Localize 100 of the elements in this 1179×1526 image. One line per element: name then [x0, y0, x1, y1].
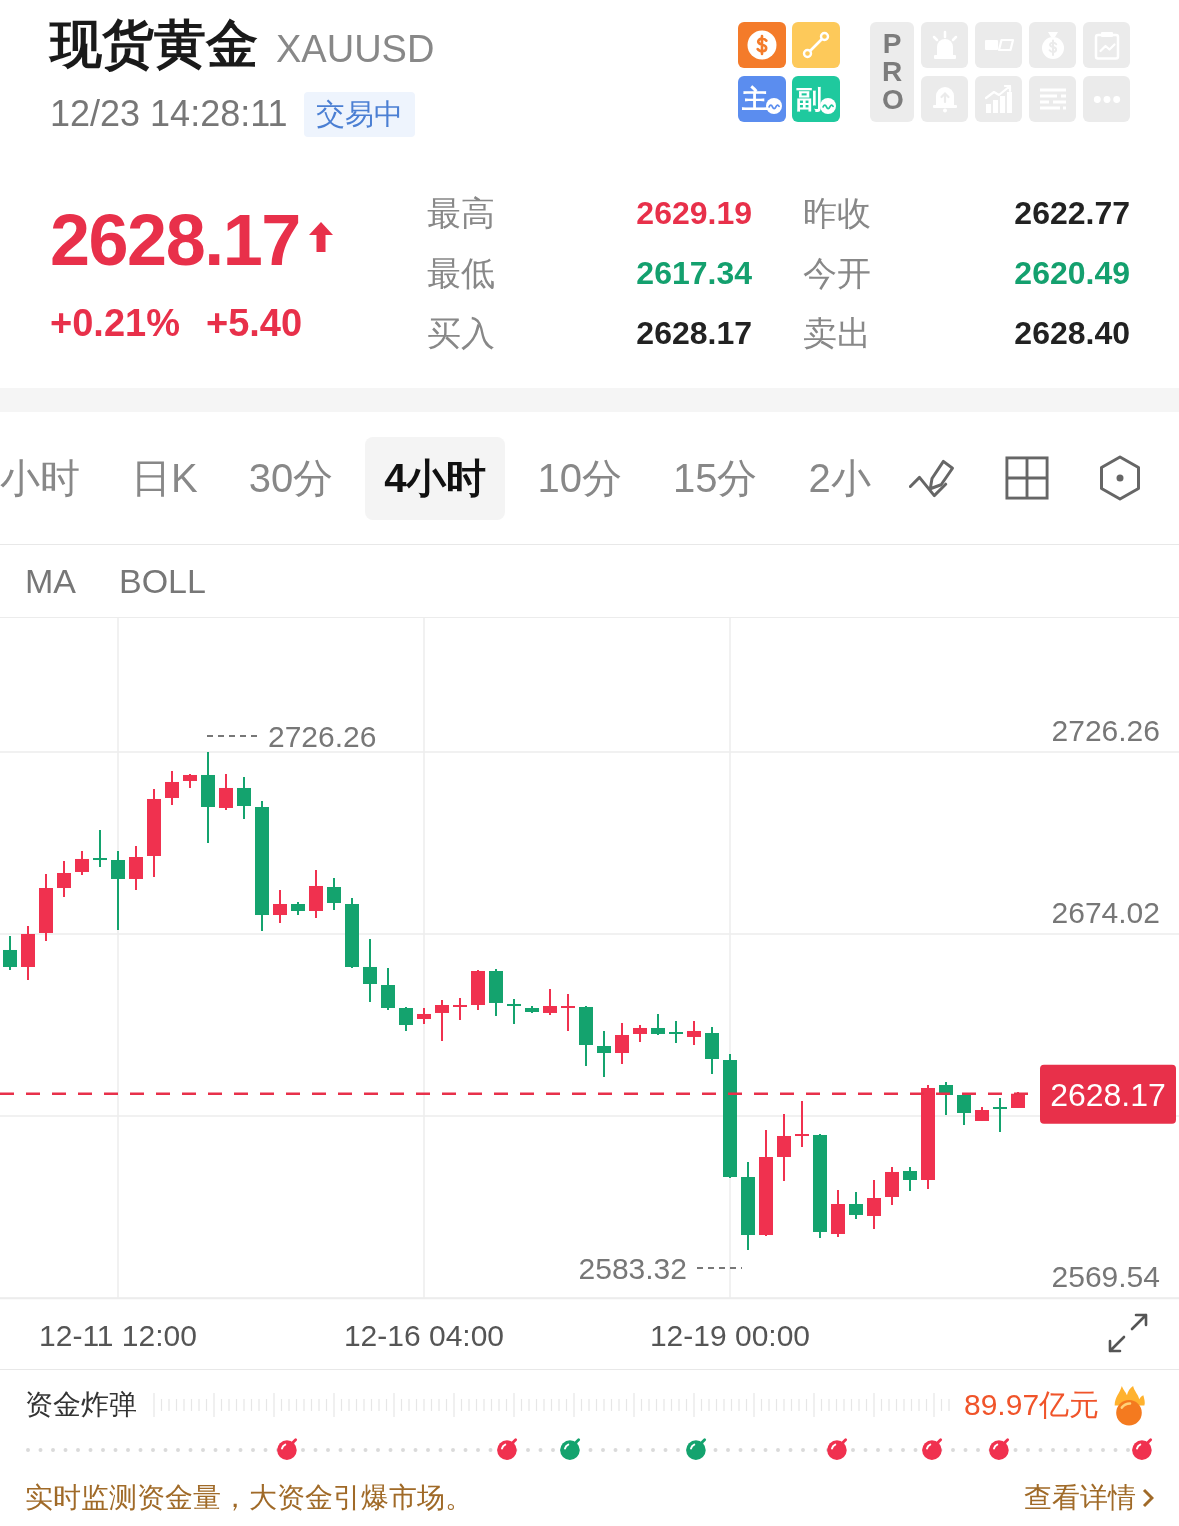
candlestick	[1011, 1091, 1025, 1109]
candlestick	[669, 1020, 683, 1044]
candlestick	[165, 770, 179, 806]
pro-label: PRO	[870, 22, 914, 122]
candlestick	[867, 1179, 881, 1230]
low-price-label: 2583.32	[578, 1252, 687, 1285]
price-axis-label: 2674.02	[1051, 896, 1160, 929]
candlestick	[399, 1006, 413, 1032]
high-price-label: 2726.26	[268, 720, 377, 753]
dollar-icon	[747, 30, 777, 60]
chevron-right-icon	[1142, 1488, 1154, 1508]
candlestick	[993, 1097, 1007, 1133]
candlestick	[345, 897, 359, 969]
candlestick	[525, 1005, 539, 1014]
candlestick	[39, 873, 53, 942]
stat-label: 最低	[427, 253, 495, 293]
stat-value: 2628.17	[636, 314, 752, 353]
line-segment-icon	[802, 31, 830, 59]
indicator-tab[interactable]: BOLL	[119, 561, 206, 601]
stat-value: 2620.49	[1014, 254, 1130, 293]
candlestick	[849, 1191, 863, 1220]
candlestick	[939, 1081, 953, 1116]
candlestick	[435, 999, 449, 1042]
stat-label: 最高	[427, 193, 495, 233]
stat-label: 买入	[427, 313, 495, 353]
current-price-tag: 2628.17	[1040, 1064, 1176, 1124]
candlestick	[975, 1106, 989, 1122]
candlestick	[183, 773, 197, 789]
period-tab[interactable]: 10分	[518, 436, 641, 520]
page-title: 现货黄金	[50, 14, 258, 75]
candlestick	[381, 967, 395, 1011]
candlestick	[831, 1189, 845, 1238]
candlestick	[615, 1022, 629, 1065]
period-tab[interactable]: 15分	[653, 436, 777, 520]
footer-note: 实时监测资金量，大资金引爆市场。	[25, 1481, 473, 1515]
pencil-icon[interactable]	[909, 457, 955, 499]
candlestick	[129, 845, 143, 891]
candlestick	[705, 1026, 719, 1075]
wave-icon	[766, 98, 782, 114]
candlestick	[219, 773, 233, 811]
candlestick	[885, 1166, 899, 1206]
candlestick	[795, 1100, 809, 1148]
candlestick	[777, 1113, 791, 1182]
time-axis-label: 12-19 00:00	[649, 1319, 811, 1352]
ref-line-label: 2628.17	[1050, 1076, 1166, 1113]
quote-time: 12/23 14:28:11	[50, 92, 288, 136]
main-chart-button[interactable]: 主	[738, 76, 786, 122]
candlestick	[597, 1030, 611, 1078]
grid-icon[interactable]	[1005, 456, 1049, 500]
candlestick	[543, 988, 557, 1016]
candlestick	[291, 901, 305, 916]
period-tab[interactable]: 30分	[229, 436, 353, 520]
candlestick	[903, 1166, 917, 1192]
sub-chart-button[interactable]: 副	[792, 76, 840, 122]
candlestick	[561, 993, 575, 1032]
candlestick	[237, 776, 251, 820]
dollar-tool-button[interactable]	[738, 22, 786, 68]
line-tool-button[interactable]	[792, 22, 840, 68]
hexagon-icon[interactable]	[1099, 455, 1141, 501]
stat-value: 2629.19	[636, 194, 752, 233]
candlestick	[453, 997, 467, 1021]
candlestick	[489, 968, 503, 1017]
price-axis-label: 2569.54	[1051, 1260, 1160, 1293]
candlestick	[75, 850, 89, 876]
candlestick	[471, 969, 485, 1011]
expand-icon[interactable]	[1108, 1313, 1148, 1353]
time-axis-label: 12-11 12:00	[39, 1319, 197, 1352]
details-link[interactable]: 查看详情	[1024, 1481, 1154, 1515]
stat-value: 2628.40	[1014, 314, 1130, 353]
time-axis-label: 12-16 04:00	[343, 1319, 505, 1352]
candlestick	[93, 829, 107, 868]
candlestick	[21, 925, 35, 981]
change-percent: +0.21%	[50, 301, 180, 346]
period-tab[interactable]: 小时	[0, 436, 99, 520]
period-tab[interactable]: 4小时	[365, 436, 506, 520]
period-tab[interactable]: 日K	[112, 436, 217, 520]
candlestick	[327, 877, 341, 911]
candlestick	[507, 998, 521, 1025]
candlestick	[687, 1020, 701, 1046]
candlestick	[651, 1013, 665, 1036]
candlestick	[57, 860, 71, 898]
fund-bomb-label: 资金炸弹	[25, 1388, 137, 1422]
symbol-code: XAUUSD	[276, 27, 435, 72]
candlestick	[957, 1093, 971, 1126]
stat-value: 2617.34	[636, 254, 752, 293]
candlestick	[309, 869, 323, 919]
price-axis-label: 2726.26	[1051, 714, 1160, 747]
candlestick	[3, 935, 17, 971]
stat-value: 2622.77	[1014, 194, 1130, 233]
candlestick	[363, 938, 377, 1003]
market-status-badge: 交易中	[303, 91, 415, 137]
candlestick	[579, 1005, 593, 1067]
candlestick	[633, 1024, 647, 1043]
last-price: 2628.17	[50, 200, 300, 280]
stat-label: 昨收	[803, 193, 871, 233]
stat-label: 卖出	[803, 313, 871, 353]
period-tab[interactable]: 2小	[789, 436, 890, 520]
indicator-tab[interactable]: MA	[25, 561, 76, 601]
wave-icon	[820, 98, 836, 114]
candlestick	[273, 889, 287, 924]
